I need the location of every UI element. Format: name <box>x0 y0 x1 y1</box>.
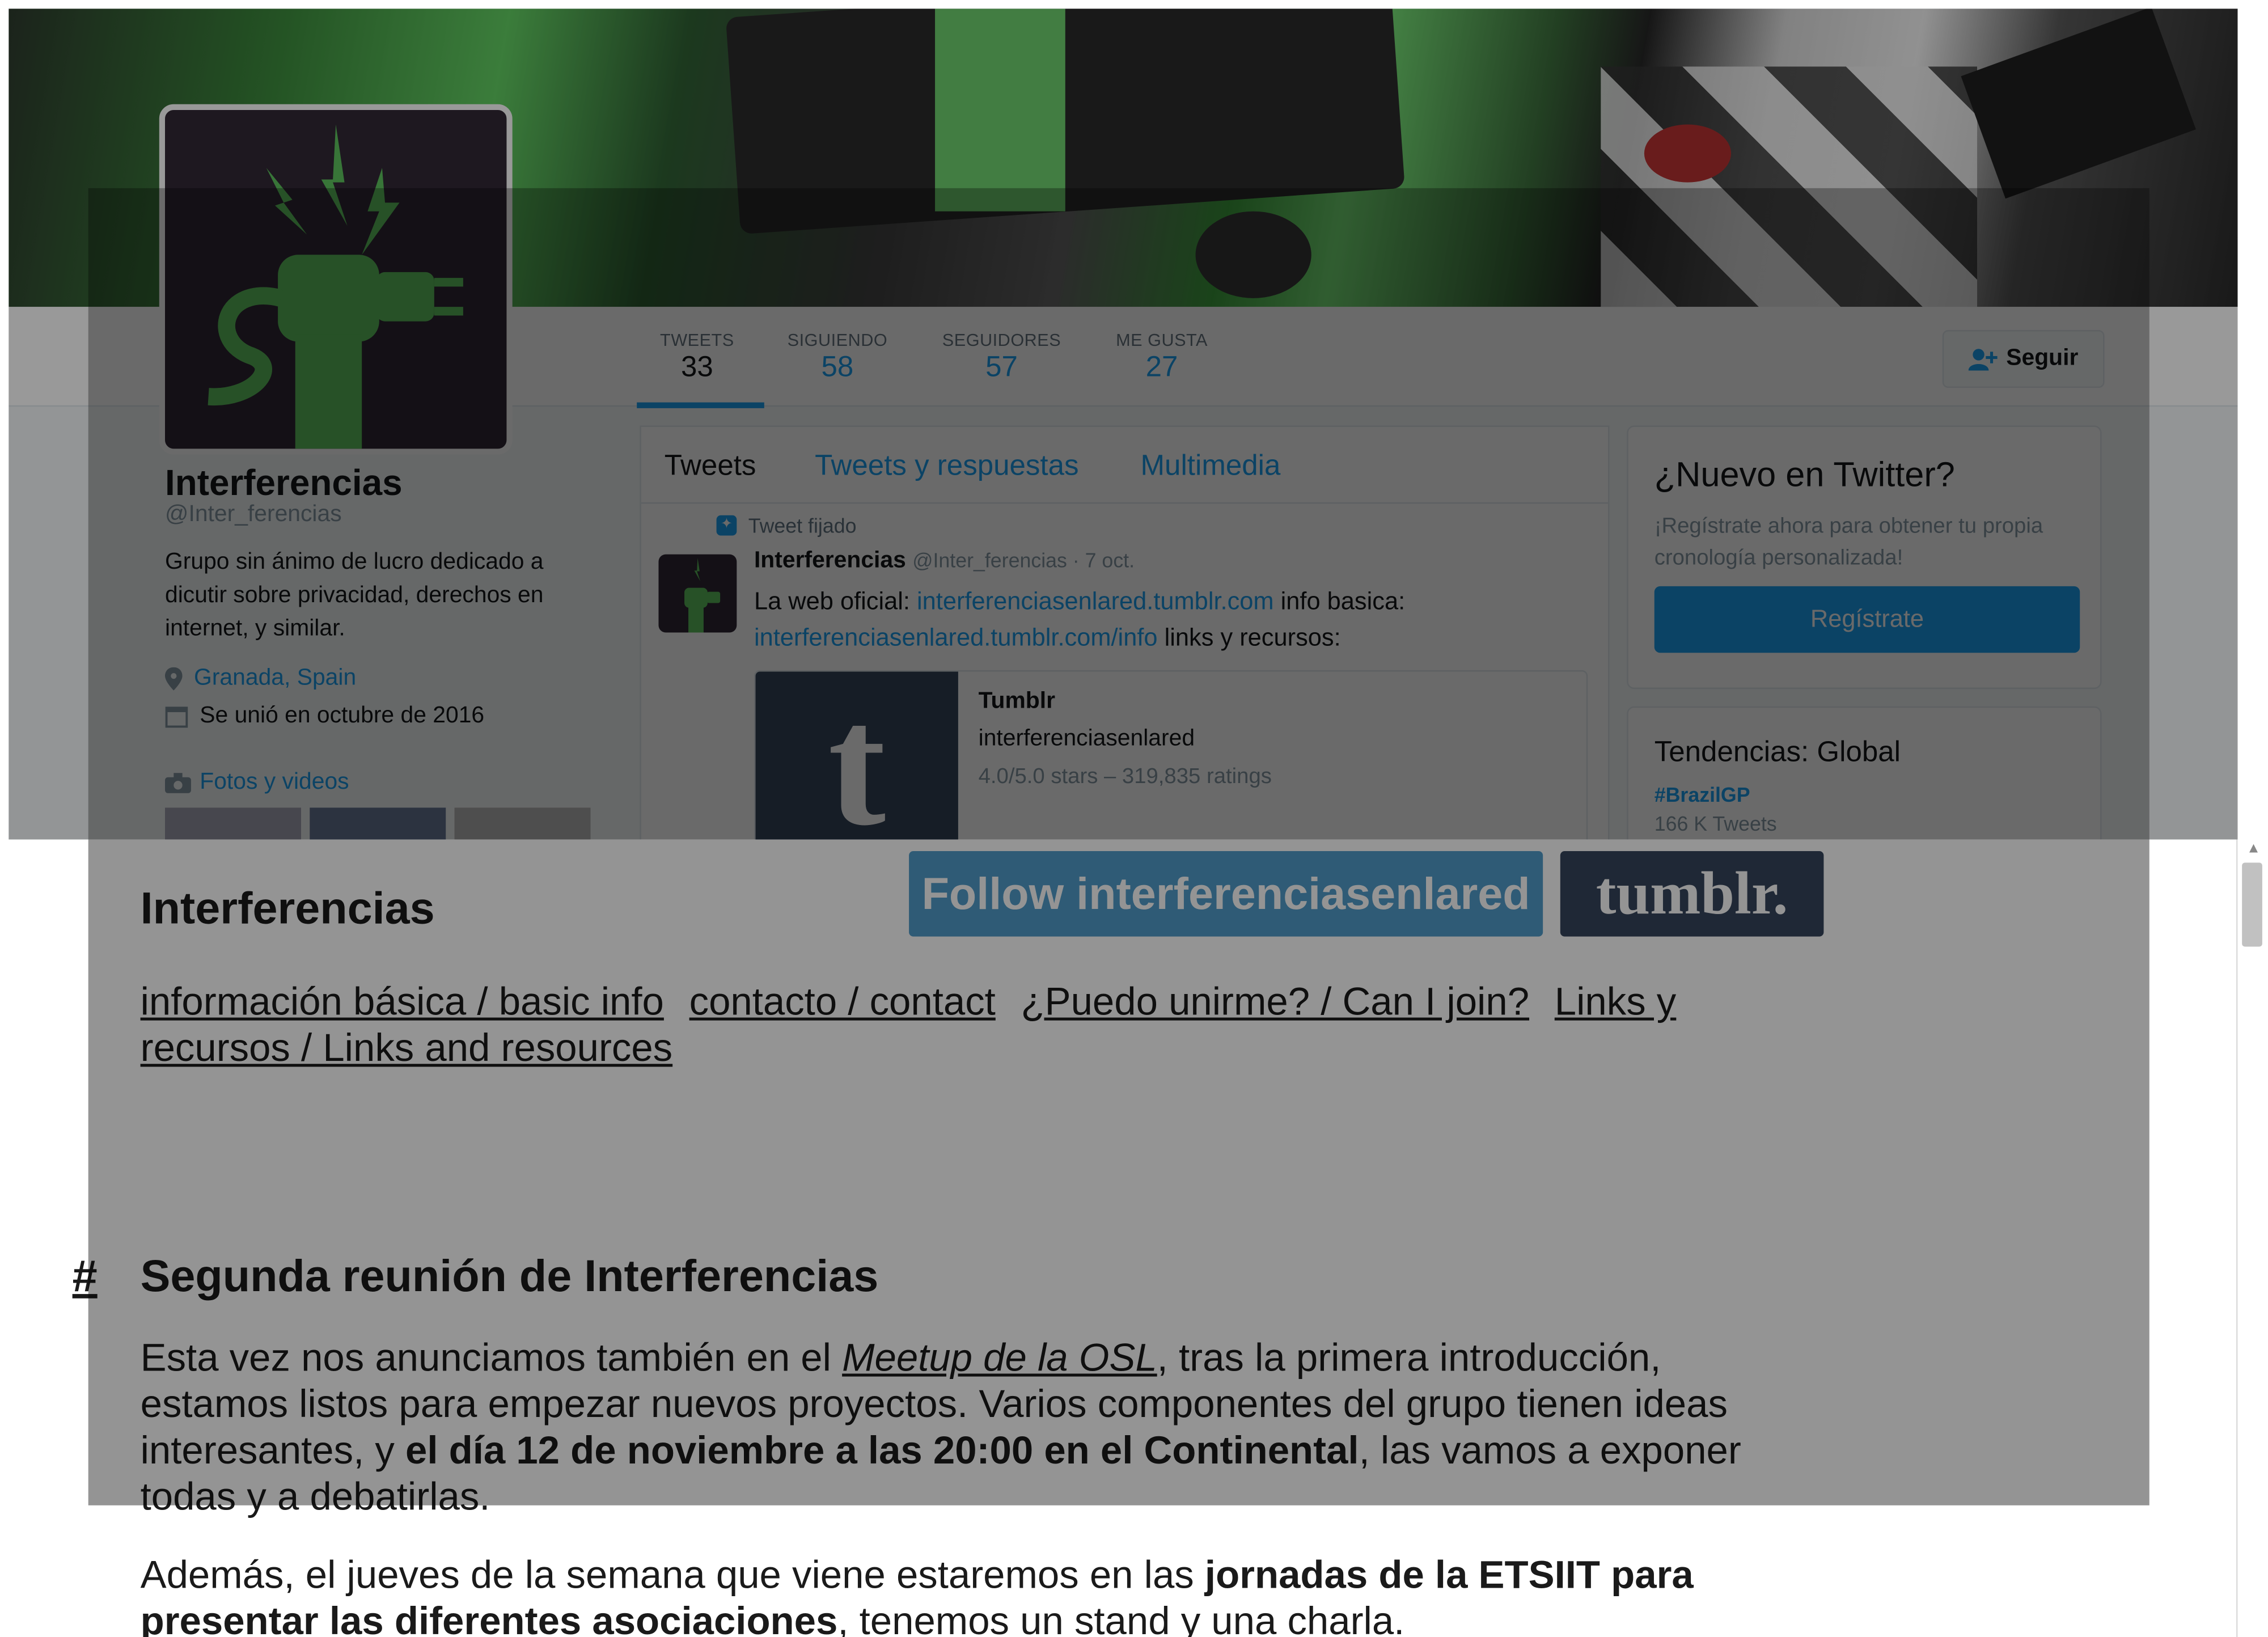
tweet-author[interactable]: Interferencias <box>754 548 906 573</box>
profile-bio: Grupo sin ánimo de lucro dedicado a dicu… <box>165 550 544 641</box>
pinned-tweet-label: ✦ Tweet fijado <box>716 514 857 538</box>
post-paragraph: Esta vez nos anunciamos también en el Me… <box>141 1335 1805 1520</box>
calendar-icon <box>165 707 188 728</box>
stat-tweets[interactable]: TWEETS 33 <box>660 330 734 385</box>
follow-button-label: Seguir <box>2006 346 2079 371</box>
tweet-link[interactable]: interferenciasenlared.tumblr.com <box>917 587 1274 615</box>
post-text: , tenemos un stand y una charla. <box>837 1599 1405 1637</box>
tumblr-icon: t <box>755 671 958 840</box>
profile-avatar[interactable] <box>159 104 513 455</box>
pinned-text: Tweet fijado <box>748 514 857 538</box>
nav-link-join[interactable]: ¿Puedo unirme? / Can I join? <box>1021 980 1530 1023</box>
stat-likes-value: 27 <box>1145 352 1178 384</box>
signup-button[interactable]: Regístrate <box>1654 586 2080 653</box>
add-user-icon <box>1968 349 1998 371</box>
blog-title[interactable]: Interferencias <box>141 883 435 935</box>
stat-followers[interactable]: SEGUIDORES 57 <box>942 330 1061 385</box>
raised-fist-plug-logo <box>208 124 463 449</box>
tab-media[interactable]: Multimedia <box>1141 450 1281 484</box>
vertical-scrollbar[interactable]: ▲ <box>2236 839 2268 1637</box>
post-title: Segunda reunión de Interferencias <box>140 1250 879 1301</box>
tab-tweets-replies[interactable]: Tweets y respuestas <box>815 450 1078 484</box>
profile-location[interactable]: Granada, Spain <box>165 666 599 692</box>
photo-thumbnail[interactable] <box>454 807 591 840</box>
stat-following-value: 58 <box>821 352 854 384</box>
blog-nav-links: información básica / basic info contacto… <box>141 979 1747 1071</box>
trends-title: Tendencias: Global <box>1654 737 1901 769</box>
active-stat-underline <box>637 402 764 408</box>
tumblr-logo[interactable]: tumblr. <box>1560 851 1824 937</box>
stat-followers-value: 57 <box>985 352 1018 384</box>
trend-hashtag[interactable]: #BrazilGP <box>1655 783 1750 806</box>
stat-following-label: SIGUIENDO <box>787 330 888 350</box>
trends-module: Tendencias: Global #BrazilGP 166 K Tweet… <box>1627 706 2102 840</box>
scroll-up-arrow-icon[interactable]: ▲ <box>2237 840 2268 860</box>
profile-location-text: Granada, Spain <box>194 666 357 691</box>
post-text: Esta vez nos anunciamos también en el <box>140 1336 843 1380</box>
tweet-link[interactable]: interferenciasenlared.tumblr.com/info <box>754 624 1158 652</box>
tweet-text: La web oficial: interferenciasenlared.tu… <box>754 583 1565 656</box>
card-title: Tumblr <box>978 689 1055 714</box>
signup-module: ¿Nuevo en Twitter? ¡Regístrate ahora par… <box>1627 425 2102 690</box>
tweet-text-part: info basica: <box>1273 587 1406 615</box>
tumblr-follow-button[interactable]: Follow interferenciasenlared <box>909 851 1543 937</box>
profile-name[interactable]: Interferencias <box>165 463 599 505</box>
tumblr-blog-page: Interferencias Follow interferenciasenla… <box>0 839 2236 1637</box>
stat-followers-label: SEGUIDORES <box>942 330 1061 350</box>
pin-icon: ✦ <box>716 515 737 536</box>
meetup-link[interactable]: Meetup de la OSL <box>842 1336 1157 1380</box>
twitter-profile-screenshot: TWEETS 33 SIGUIENDO 58 SEGUIDORES 57 ME … <box>9 9 2238 840</box>
nav-link-basic-info[interactable]: información básica / basic info <box>141 980 664 1023</box>
photos-videos-label: Fotos y videos <box>200 770 349 795</box>
timeline-tabs: Tweets Tweets y respuestas Multimedia <box>641 427 1609 504</box>
signup-subtitle: ¡Regístrate ahora para obtener tu propia… <box>1654 514 2043 570</box>
profile-handle[interactable]: @Inter_ferencias <box>165 502 599 528</box>
profile-joined: Se unió en octubre de 2016 <box>165 704 599 730</box>
stat-likes-label: ME GUSTA <box>1116 330 1208 350</box>
scrollbar-thumb[interactable] <box>2242 862 2262 947</box>
tweet-text-part: La web oficial: <box>754 587 917 615</box>
post-paragraph: Además, el jueves de la semana que viene… <box>141 1551 1805 1637</box>
stat-following[interactable]: SIGUIENDO 58 <box>788 330 888 385</box>
location-pin-icon <box>165 667 183 691</box>
photos-videos-link[interactable]: Fotos y videos <box>165 770 599 796</box>
tweet-header: Interferencias @Inter_ferencias · 7 oct. <box>754 548 1135 574</box>
tweet-avatar[interactable] <box>658 554 737 633</box>
photo-thumbnails <box>165 807 599 840</box>
tweet-text-part: links y recursos: <box>1157 624 1341 652</box>
follow-button[interactable]: Seguir <box>1942 330 2105 388</box>
post-text-bold: el día 12 de noviembre a las 20:00 en el… <box>405 1428 1359 1473</box>
tweet-link-card[interactable]: t Tumblr interferenciasenlared 4.0/5.0 s… <box>754 670 1588 840</box>
stat-likes[interactable]: ME GUSTA 27 <box>1116 330 1208 385</box>
signup-title: ¿Nuevo en Twitter? <box>1654 456 1955 496</box>
profile-joined-text: Se unió en octubre de 2016 <box>200 703 485 729</box>
card-subtitle: interferenciasenlared <box>978 726 1195 751</box>
nav-link-contact[interactable]: contacto / contact <box>689 980 996 1023</box>
tab-tweets[interactable]: Tweets <box>665 450 756 484</box>
camera-icon <box>165 773 191 793</box>
profile-sidebar: Interferencias @Inter_ferencias Grupo si… <box>165 463 599 840</box>
stat-tweets-label: TWEETS <box>660 330 734 350</box>
post-permalink-anchor[interactable]: # <box>73 1251 98 1303</box>
trend-count: 166 K Tweets <box>1654 812 1777 835</box>
stat-tweets-value: 33 <box>680 352 713 384</box>
raised-fist-plug-logo <box>684 558 721 633</box>
card-rating: 4.0/5.0 stars – 319,835 ratings <box>978 764 1272 789</box>
post-text: Además, el jueves de la semana que viene… <box>140 1553 1205 1597</box>
tweet-meta[interactable]: @Inter_ferencias · 7 oct. <box>912 548 1135 572</box>
photo-thumbnail[interactable] <box>310 807 446 840</box>
photo-thumbnail[interactable] <box>165 807 301 840</box>
tweet-timeline: Tweets Tweets y respuestas Multimedia ✦ … <box>640 425 1610 840</box>
